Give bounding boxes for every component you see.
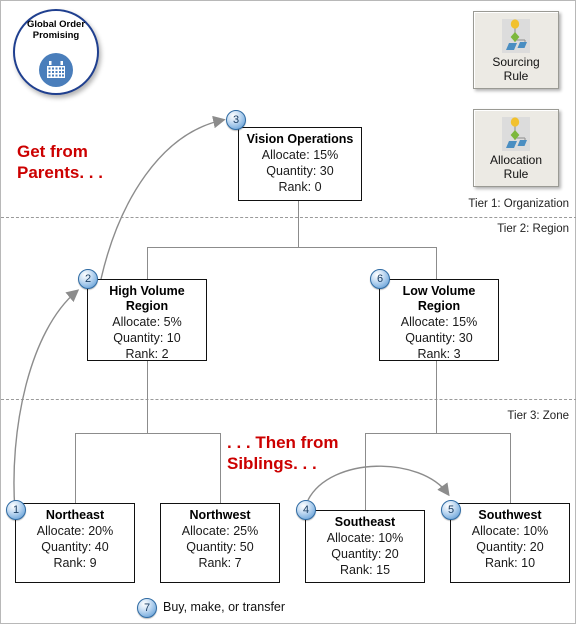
- node-southwest[interactable]: Southwest Allocate: 10% Quantity: 20 Ran…: [450, 503, 570, 583]
- badge-high-volume-region[interactable]: 2: [78, 269, 98, 289]
- node-rank: Rank: 3: [417, 347, 461, 361]
- logo-line2: Promising: [32, 30, 80, 41]
- node-title: Vision Operations: [246, 132, 354, 146]
- node-rank: Rank: 2: [125, 347, 169, 361]
- sourcing-rule-line1: Sourcing: [492, 55, 540, 69]
- node-allocate: Allocate: 25%: [181, 524, 259, 538]
- connector-to-southwest: [510, 433, 511, 503]
- tier-label-1: Tier 1: Organization: [468, 198, 569, 210]
- tier-label-2: Tier 2: Region: [497, 223, 569, 235]
- arrow-northeast-to-high-volume: [13, 289, 80, 512]
- tier-divider-2: [1, 399, 576, 400]
- node-allocate: Allocate: 15%: [261, 148, 339, 162]
- diagram-canvas: Tier 1: Organization Tier 2: Region Tier…: [0, 0, 576, 624]
- legend-label: Buy, make, or transfer: [163, 600, 286, 614]
- node-quantity: Quantity: 40: [41, 540, 109, 554]
- allocation-rule-label: Allocation Rule: [474, 153, 558, 181]
- node-northeast[interactable]: Northeast Allocate: 20% Quantity: 40 Ran…: [15, 503, 135, 583]
- node-quantity: Quantity: 20: [476, 540, 544, 554]
- node-title: Southwest: [478, 508, 542, 522]
- node-northwest[interactable]: Northwest Allocate: 25% Quantity: 50 Ran…: [160, 503, 280, 583]
- node-allocate: Allocate: 5%: [112, 315, 182, 329]
- node-title-line2: Region: [417, 299, 461, 313]
- connector-low-volume-down: [436, 361, 437, 433]
- node-quantity: Quantity: 50: [186, 540, 254, 554]
- badge-southeast[interactable]: 4: [296, 500, 316, 520]
- node-rank: Rank: 7: [198, 556, 242, 570]
- badge-low-volume-region[interactable]: 6: [370, 269, 390, 289]
- allocation-rule-button[interactable]: Allocation Rule: [473, 109, 559, 187]
- badge-northeast[interactable]: 1: [6, 500, 26, 520]
- node-rank: Rank: 0: [278, 180, 322, 194]
- hierarchy-icon: [496, 17, 536, 57]
- connector-to-southeast: [365, 433, 366, 510]
- sourcing-rule-label: Sourcing Rule: [474, 55, 558, 83]
- allocation-rule-line1: Allocation: [489, 153, 543, 167]
- node-high-volume-region[interactable]: High Volume Region Allocate: 5% Quantity…: [87, 279, 207, 361]
- hierarchy-icon: [496, 115, 536, 155]
- connector-vision-down: [298, 201, 299, 247]
- tier-divider-1: [1, 217, 576, 218]
- arrow-high-volume-to-vision: [100, 115, 226, 280]
- global-order-promising-logo: Global Order Promising: [13, 9, 99, 95]
- connector-zone-bus-right: [365, 433, 510, 434]
- logo-line1: Global Order: [26, 19, 86, 30]
- node-rank: Rank: 15: [339, 563, 391, 577]
- sourcing-rule-button[interactable]: Sourcing Rule: [473, 11, 559, 89]
- connector-zone-bus-left: [75, 433, 220, 434]
- node-quantity: Quantity: 20: [331, 547, 399, 561]
- badge-vision-operations[interactable]: 3: [226, 110, 246, 130]
- annotation-get-from-parents: Get from Parents. . .: [17, 142, 103, 182]
- node-allocate: Allocate: 10%: [471, 524, 549, 538]
- node-title-line1: Low Volume: [402, 284, 476, 298]
- node-rank: Rank: 9: [53, 556, 97, 570]
- sourcing-rule-line2: Rule: [503, 69, 529, 83]
- node-allocate: Allocate: 15%: [400, 315, 478, 329]
- calendar-icon: [39, 53, 73, 87]
- node-low-volume-region[interactable]: Low Volume Region Allocate: 15% Quantity…: [379, 279, 499, 361]
- annotation-then-from-siblings: . . . Then from Siblings. . .: [227, 433, 339, 473]
- badge-southwest[interactable]: 5: [441, 500, 461, 520]
- node-title: Northwest: [189, 508, 251, 522]
- node-title: Southeast: [334, 515, 396, 529]
- badge-legend[interactable]: 7: [137, 598, 157, 618]
- connector-to-northeast: [75, 433, 76, 503]
- node-rank: Rank: 10: [484, 556, 536, 570]
- node-quantity: Quantity: 30: [266, 164, 334, 178]
- allocation-rule-line2: Rule: [503, 167, 529, 181]
- node-quantity: Quantity: 30: [405, 331, 473, 345]
- connector-region-bus: [147, 247, 436, 248]
- node-allocate: Allocate: 20%: [36, 524, 114, 538]
- connector-to-high-volume: [147, 247, 148, 279]
- node-quantity: Quantity: 10: [113, 331, 181, 345]
- node-title: Northeast: [45, 508, 105, 522]
- connector-to-low-volume: [436, 247, 437, 279]
- node-title-line2: Region: [125, 299, 169, 313]
- node-allocate: Allocate: 10%: [326, 531, 404, 545]
- connector-high-volume-down: [147, 361, 148, 433]
- node-vision-operations[interactable]: Vision Operations Allocate: 15% Quantity…: [238, 127, 362, 201]
- connector-to-northwest: [220, 433, 221, 503]
- node-title-line1: High Volume: [109, 284, 185, 298]
- node-southeast[interactable]: Southeast Allocate: 10% Quantity: 20 Ran…: [305, 510, 425, 583]
- tier-label-3: Tier 3: Zone: [507, 410, 569, 422]
